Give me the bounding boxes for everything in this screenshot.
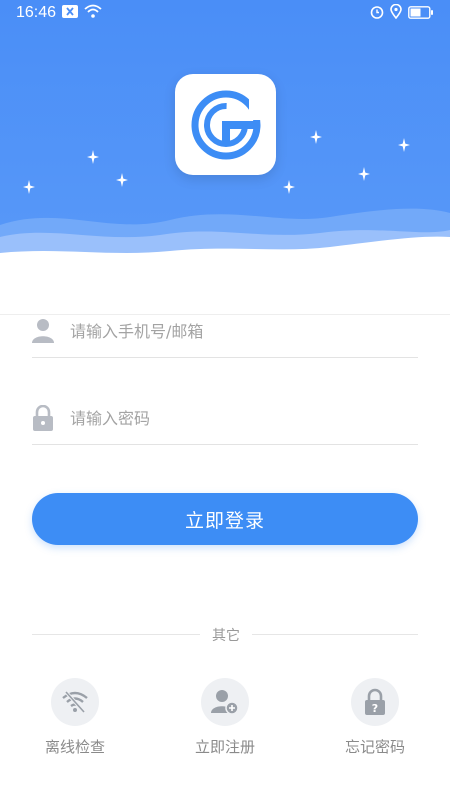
- sparkle-icon: [310, 130, 322, 144]
- sparkle-icon: [23, 180, 35, 194]
- login-button[interactable]: 立即登录: [32, 493, 418, 545]
- account-field: [32, 316, 418, 358]
- other-label: 其它: [212, 628, 240, 644]
- other-divider-left: [32, 634, 200, 635]
- location-icon: [390, 3, 402, 23]
- offline-check-action[interactable]: 离线检查: [20, 678, 130, 768]
- svg-text:?: ?: [372, 702, 378, 715]
- password-field: [32, 403, 418, 445]
- sparkle-icon: [283, 180, 295, 194]
- password-input[interactable]: [70, 405, 410, 431]
- alarm-icon: [370, 5, 384, 23]
- app-logo: [175, 74, 276, 175]
- user-icon: [32, 318, 54, 344]
- header-divider: [0, 314, 450, 315]
- account-input[interactable]: [70, 318, 410, 344]
- status-time: 16:46: [16, 4, 57, 21]
- sparkle-icon: [116, 173, 128, 187]
- wifi-off-icon: [62, 691, 88, 713]
- notification-x-icon: [62, 4, 78, 22]
- header-banner: 16:46: [0, 0, 450, 300]
- question-lock-icon: ?: [365, 688, 385, 715]
- wave-decoration: [0, 208, 450, 300]
- register-action[interactable]: 立即注册: [170, 678, 280, 768]
- app-logo-g-icon: [191, 90, 263, 159]
- lock-icon: [32, 404, 54, 431]
- sparkle-icon: [87, 150, 99, 164]
- sparkle-icon: [398, 138, 410, 152]
- forgot-password-label: 忘记密码: [344, 738, 405, 756]
- other-divider-right: [252, 634, 418, 635]
- sparkle-icon: [358, 167, 370, 181]
- forgot-password-action[interactable]: ? 忘记密码: [320, 678, 430, 768]
- register-label: 立即注册: [194, 738, 255, 756]
- offline-check-label: 离线检查: [44, 738, 105, 756]
- user-add-icon: [211, 690, 239, 715]
- status-bar: 16:46: [0, 0, 450, 26]
- battery-icon: [408, 5, 434, 23]
- wifi-icon: [84, 4, 102, 22]
